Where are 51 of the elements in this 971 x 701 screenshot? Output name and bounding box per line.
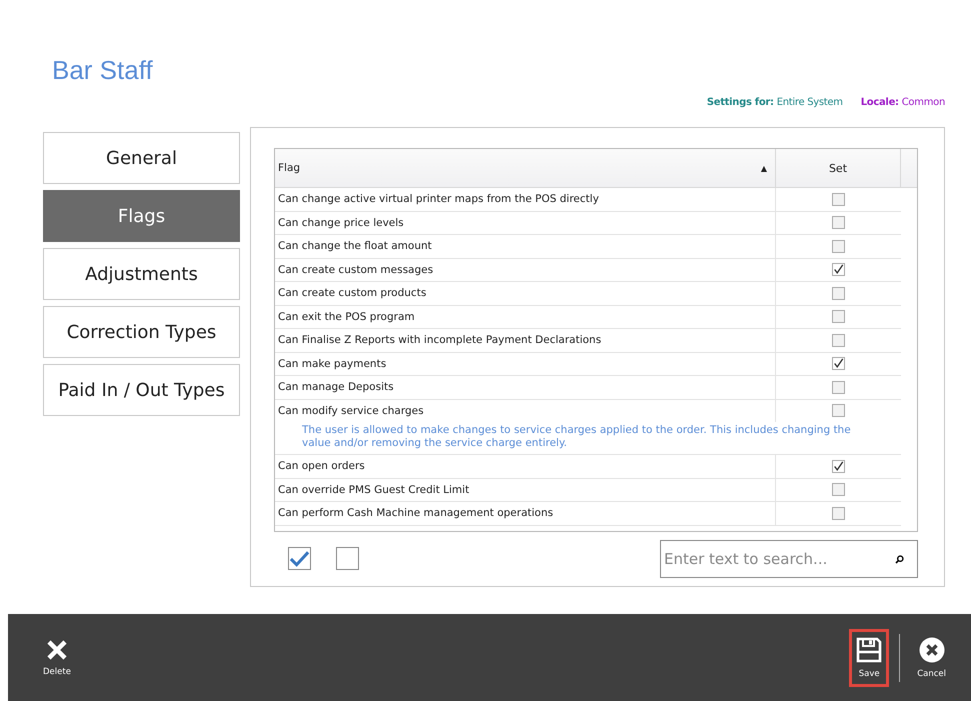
sidebar-tab[interactable]: Flags: [43, 190, 240, 242]
page-title: Bar Staff: [52, 54, 153, 87]
column-header[interactable]: Flag ▲: [275, 149, 776, 187]
column-header-label: Flag: [278, 162, 300, 174]
flag-name: Can perform Cash Machine management operations: [275, 502, 776, 524]
flag-name: Can modify service charges: [275, 400, 776, 422]
settings-label: Settings for:: [706, 96, 774, 110]
sidebar-tab[interactable]: Paid In / Out Types: [43, 364, 240, 416]
checkbox[interactable]: [832, 334, 845, 347]
flag-name: Can change price levels: [275, 212, 776, 234]
flag-name: Can create custom messages: [275, 258, 776, 281]
save-button[interactable]: Save: [849, 628, 890, 686]
sidebar-tab[interactable]: Correction Types: [43, 306, 240, 358]
flag-description: The user is allowed to make changes to service charges applied to the order. This includes changing the value and/or removing the service charge entirely.: [301, 423, 852, 451]
checkbox[interactable]: [832, 357, 845, 370]
flag-name: Can create custom products: [275, 282, 776, 304]
sort-indicator: ▲: [760, 164, 767, 172]
flag-name: Can Finalise Z Reports with incomplete Payment Declarations: [275, 329, 776, 352]
checkbox[interactable]: [832, 192, 845, 206]
search-field[interactable]: Enter text to search...: [660, 540, 918, 578]
checkbox[interactable]: [832, 460, 845, 473]
settings-value: Entire System: [776, 96, 843, 110]
flag-name: Can make payments: [275, 352, 776, 375]
cancel-icon: [918, 636, 945, 662]
uncheck-all-button[interactable]: [336, 547, 359, 570]
checkbox[interactable]: [832, 506, 845, 520]
checkbox[interactable]: [832, 240, 845, 253]
checkbox[interactable]: [832, 286, 845, 300]
flag-name: Can override PMS Guest Credit Limit: [275, 478, 776, 501]
flag-name: Can manage Deposits: [275, 376, 776, 398]
delete-icon: [46, 638, 68, 660]
sidebar-tab[interactable]: General: [43, 132, 240, 184]
locale-label: Locale:: [860, 96, 899, 110]
search-icon: [895, 554, 904, 564]
checkbox[interactable]: [832, 380, 845, 394]
flag-name: Can change active virtual printer maps from the POS directly: [275, 188, 776, 210]
flag-name: Can exit the POS program: [275, 306, 776, 328]
save-icon: [856, 636, 882, 662]
sidebar-tab[interactable]: Adjustments: [43, 248, 240, 300]
checkbox[interactable]: [832, 310, 845, 324]
checkbox[interactable]: [832, 263, 845, 276]
delete-button[interactable]: Delete: [36, 630, 78, 684]
locale-value: Common: [902, 96, 945, 110]
checkbox[interactable]: [832, 483, 845, 496]
cancel-button[interactable]: Cancel: [910, 628, 953, 686]
flag-name: Can open orders: [275, 455, 776, 478]
checkbox[interactable]: [832, 404, 845, 418]
column-header[interactable]: Set: [776, 149, 901, 187]
flag-name: Can change the float amount: [275, 235, 776, 258]
check-all-button[interactable]: [288, 547, 311, 570]
checkbox[interactable]: [832, 216, 845, 230]
